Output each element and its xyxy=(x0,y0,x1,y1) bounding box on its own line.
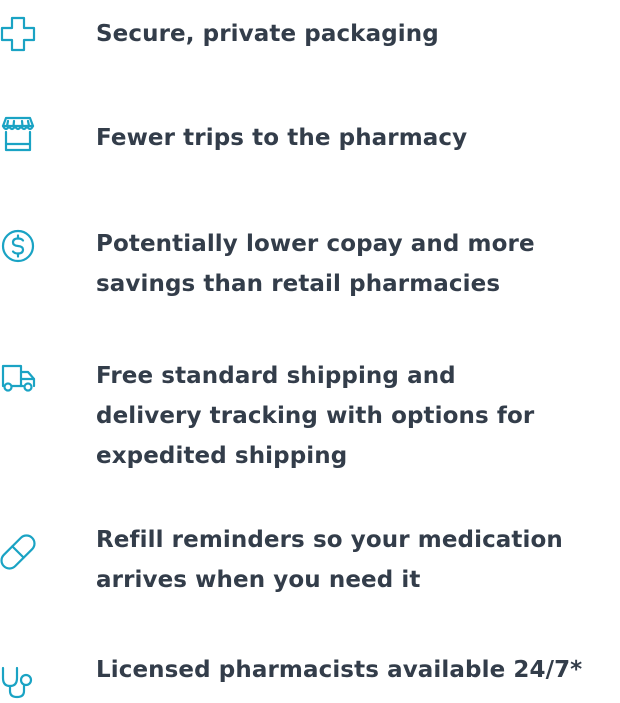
feature-text: Fewer trips to the pharmacy xyxy=(96,125,468,151)
delivery-truck-icon xyxy=(0,360,36,396)
feature-text: Potentially lower copay and more savings… xyxy=(96,231,535,297)
feature-list: Secure, private packaging Fewer trips to… xyxy=(0,0,620,703)
medical-cross-icon xyxy=(0,16,36,52)
stethoscope-icon xyxy=(0,664,36,700)
storefront-icon xyxy=(0,116,36,152)
feature-text: Free standard shipping and delivery trac… xyxy=(96,363,535,469)
dollar-coin-icon xyxy=(0,228,36,264)
pill-capsule-icon xyxy=(0,534,36,570)
feature-text: Refill reminders so your medication arri… xyxy=(96,527,563,593)
feature-text: Secure, private packaging xyxy=(96,21,439,47)
feature-text: Licensed pharmacists available 24/7* xyxy=(96,657,583,683)
